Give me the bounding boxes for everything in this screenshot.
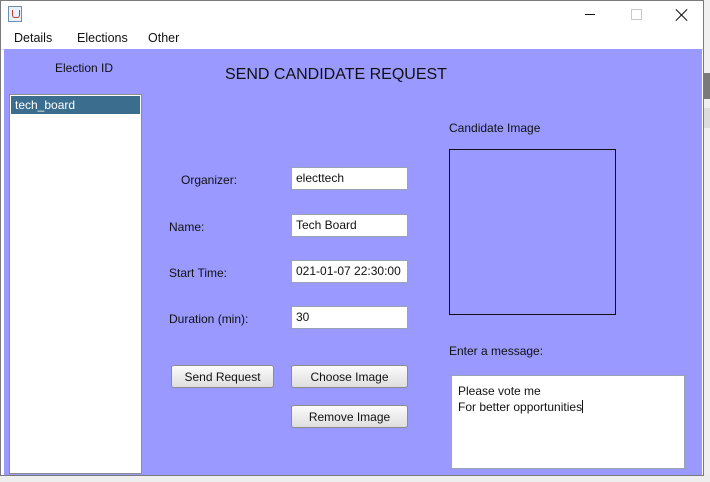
remove-image-button[interactable]: Remove Image: [291, 405, 408, 428]
organizer-label: Organizer:: [181, 173, 238, 187]
menu-elections[interactable]: Elections: [77, 31, 128, 45]
minimize-icon: [585, 14, 595, 15]
menu-bar: Details Elections Other: [1, 28, 703, 50]
duration-field[interactable]: 30: [291, 306, 408, 329]
background-desktop: [704, 0, 710, 482]
menu-other[interactable]: Other: [148, 31, 179, 45]
page-title: SEND CANDIDATE REQUEST: [225, 66, 447, 83]
background-toolbar-strip: [704, 73, 710, 99]
name-label: Name:: [169, 220, 205, 234]
main-panel: Election ID SEND CANDIDATE REQUEST tech_…: [4, 49, 702, 475]
election-list[interactable]: tech_board: [9, 94, 142, 474]
text-caret: [582, 400, 584, 413]
maximize-icon: [630, 9, 642, 20]
duration-label: Duration (min):: [169, 312, 249, 326]
message-label: Enter a message:: [449, 344, 544, 358]
title-bar: [1, 1, 703, 28]
election-list-item[interactable]: tech_board: [11, 96, 140, 114]
candidate-image-preview: [449, 149, 616, 315]
organizer-field[interactable]: electtech: [291, 167, 408, 190]
message-line-2-text: For better opportunities: [458, 400, 583, 414]
message-textarea[interactable]: Please vote me For better opportunities: [451, 375, 685, 469]
message-line-1: Please vote me: [458, 384, 541, 398]
close-icon: [676, 9, 688, 21]
minimize-button[interactable]: [567, 1, 613, 28]
start-time-label: Start Time:: [169, 266, 228, 280]
maximize-button[interactable]: [613, 1, 659, 28]
start-time-field[interactable]: 021-01-07 22:30:00: [291, 260, 408, 283]
menu-details[interactable]: Details: [14, 31, 52, 45]
candidate-image-label: Candidate Image: [449, 121, 541, 135]
close-button[interactable]: [659, 1, 705, 28]
background-panel-strip: [704, 108, 710, 128]
name-field[interactable]: Tech Board: [291, 214, 408, 237]
choose-image-button[interactable]: Choose Image: [291, 365, 408, 388]
java-app-icon: [8, 6, 22, 22]
election-id-label: Election ID: [55, 61, 114, 75]
app-window: Details Elections Other Election ID SEND…: [0, 0, 704, 476]
message-line-2: For better opportunities: [458, 399, 678, 415]
send-request-button[interactable]: Send Request: [171, 365, 274, 388]
